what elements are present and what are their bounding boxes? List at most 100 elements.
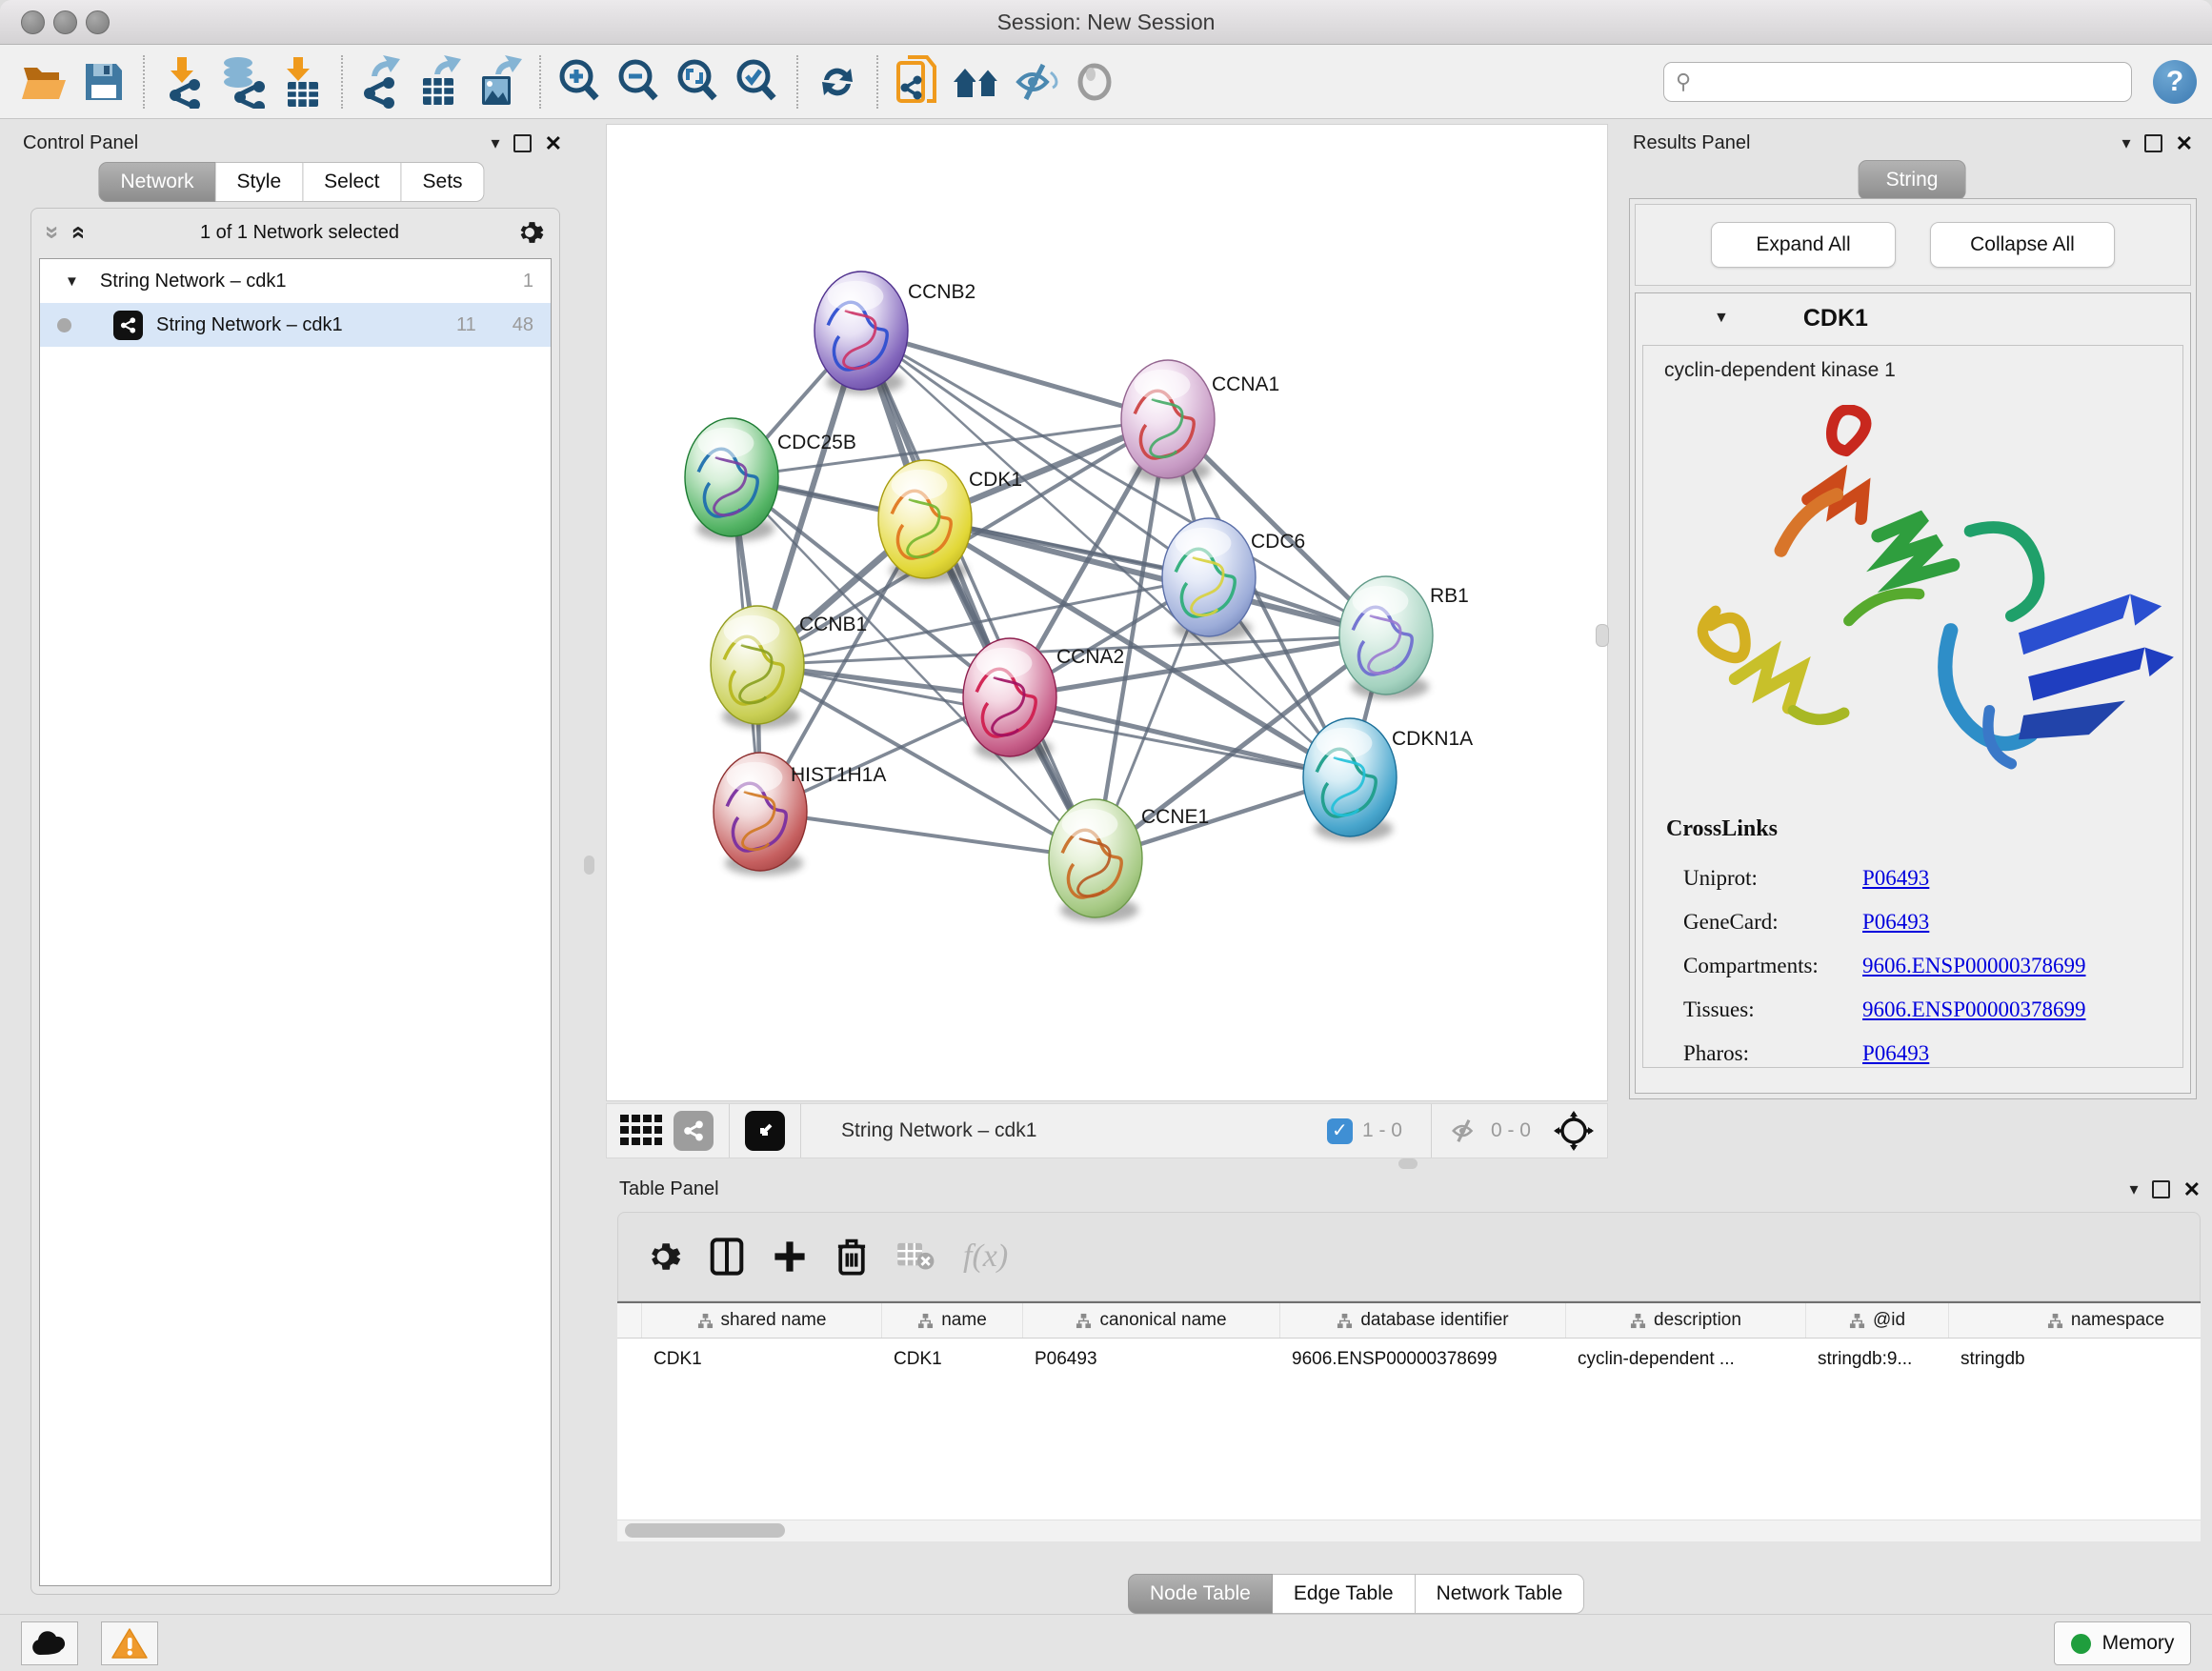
open-session-icon[interactable] [15,52,74,111]
network-collection-row[interactable]: ▼ String Network – cdk1 1 [40,259,551,303]
zoom-in-icon[interactable] [551,52,610,111]
collapse-all-button[interactable]: Collapse All [1930,222,2115,268]
panel-float-icon[interactable] [2152,1180,2170,1198]
new-network-from-selection-icon[interactable] [888,52,947,111]
add-column-icon[interactable] [773,1239,807,1274]
zoom-window-button[interactable] [86,10,110,34]
horizontal-splitter-handle[interactable] [1398,1158,1418,1169]
panel-menu-icon[interactable]: ▾ [2122,133,2131,153]
tab-node-table[interactable]: Node Table [1128,1574,1273,1614]
crosslink-link[interactable]: P06493 [1862,1041,1929,1066]
table-row[interactable]: CDK1CDK1P064939606.ENSP00000378699cyclin… [617,1339,2201,1380]
export-table-icon[interactable] [412,52,471,111]
panel-close-icon[interactable]: ✕ [2176,136,2193,151]
vertical-splitter-handle[interactable] [584,856,594,875]
gear-icon[interactable] [515,218,544,247]
collapse-all-icon[interactable]: » [44,226,63,239]
node-table[interactable]: shared namenamecanonical namedatabase id… [617,1301,2201,1541]
crosslink-label: GeneCard: [1683,910,1862,935]
panel-menu-icon[interactable]: ▾ [492,133,500,153]
hide-selection-icon[interactable] [1006,52,1065,111]
zoom-fit-icon[interactable] [669,52,728,111]
results-panel-header: Results Panel ▾ ✕ [1619,124,2204,162]
panel-close-icon[interactable]: ✕ [545,136,562,151]
birdseye-view-icon[interactable] [745,1111,785,1151]
canvas-splitter-handle[interactable] [1596,624,1609,647]
table-cell[interactable]: cyclin-dependent ... [1566,1349,1806,1370]
table-cell[interactable]: CDK1 [882,1349,1023,1370]
save-session-icon[interactable] [74,52,133,111]
export-image-icon[interactable] [471,52,530,111]
import-network-file-icon[interactable] [154,52,213,111]
minimize-window-button[interactable] [53,10,77,34]
search-input[interactable] [1699,70,2120,93]
network-node-cdk1 [878,460,972,578]
tab-style[interactable]: Style [215,162,303,202]
table-cell[interactable]: CDK1 [642,1349,882,1370]
close-window-button[interactable] [21,10,45,34]
import-table-icon[interactable] [272,52,332,111]
tab-select[interactable]: Select [303,162,401,202]
refresh-view-icon[interactable] [808,52,867,111]
tab-network-table[interactable]: Network Table [1416,1574,1585,1614]
panel-menu-icon[interactable]: ▾ [2130,1179,2139,1199]
panel-float-icon[interactable] [513,134,532,152]
collection-expand-icon[interactable]: ▼ [65,273,79,290]
column-header--id[interactable]: @id [1806,1303,1949,1338]
zoom-selected-icon[interactable] [728,52,787,111]
zoom-out-icon[interactable] [610,52,669,111]
column-header-canonical-name[interactable]: canonical name [1023,1303,1280,1338]
network-node-ccna2 [963,638,1056,756]
crosslink-label: Tissues: [1683,997,1862,1022]
selected-nodes-checkbox[interactable]: ✓ [1327,1118,1353,1144]
node-entry-header[interactable]: ▼ CDK1 [1636,293,2190,343]
expand-all-icon[interactable]: » [68,226,87,239]
table-cell[interactable]: 9606.ENSP00000378699 [1280,1349,1566,1370]
column-type-icon [917,1313,934,1329]
table-cell[interactable]: P06493 [1023,1349,1280,1370]
tab-edge-table[interactable]: Edge Table [1273,1574,1416,1614]
tab-network[interactable]: Network [98,162,215,202]
panel-close-icon[interactable]: ✕ [2183,1182,2201,1197]
crosslink-link[interactable]: 9606.ENSP00000378699 [1862,997,2086,1022]
column-header-shared-name[interactable]: shared name [642,1303,882,1338]
current-network-indicator [57,318,71,332]
hidden-count: 0 - 0 [1491,1119,1531,1142]
column-header-description[interactable]: description [1566,1303,1806,1338]
network-view-canvas[interactable]: CCNB2CCNA1CDC25BCDK1CDC6RB1CCNB1CCNA2CDK… [606,124,1608,1101]
table-settings-gear-icon[interactable] [645,1238,681,1275]
scrollbar-thumb[interactable] [625,1523,785,1538]
crosslink-link[interactable]: P06493 [1862,910,1929,935]
grid-mode-icon[interactable] [620,1115,662,1147]
crosslink-link[interactable]: P06493 [1862,866,1929,891]
network-edge [1010,697,1350,777]
column-header-name[interactable]: name [882,1303,1023,1338]
network-mode-icon[interactable] [674,1111,714,1151]
help-button[interactable]: ? [2153,60,2197,104]
expand-all-button[interactable]: Expand All [1711,222,1896,268]
cloud-status-button[interactable] [21,1621,78,1665]
export-network-icon[interactable] [352,52,412,111]
delete-column-icon[interactable] [835,1238,868,1276]
network-graph[interactable]: CCNB2CCNA1CDC25BCDK1CDC6RB1CCNB1CCNA2CDK… [607,125,1607,1100]
show-all-icon[interactable] [1065,52,1124,111]
search-icon: ⚲ [1676,70,1691,94]
fit-selected-icon[interactable] [1554,1111,1594,1151]
first-neighbors-icon[interactable] [947,52,1006,111]
table-horizontal-scrollbar[interactable] [617,1520,2201,1541]
column-header-namespace[interactable]: namespace [1949,1303,2201,1338]
warnings-button[interactable] [101,1621,158,1665]
network-row[interactable]: String Network – cdk1 11 48 [40,303,551,347]
memory-button[interactable]: Memory [2054,1621,2191,1665]
column-header-database-identifier[interactable]: database identifier [1280,1303,1566,1338]
table-cell[interactable]: stringdb [1949,1349,2201,1370]
entry-collapse-icon[interactable]: ▼ [1714,310,1729,327]
crosslink-link[interactable]: 9606.ENSP00000378699 [1862,954,2086,978]
network-selection-status: 1 of 1 Network selected [84,222,515,244]
table-cell[interactable]: stringdb:9... [1806,1349,1949,1370]
tab-string[interactable]: String [1859,160,1966,200]
tab-sets[interactable]: Sets [402,162,485,202]
show-column-icon[interactable] [710,1238,744,1276]
panel-float-icon[interactable] [2144,134,2162,152]
import-network-database-icon[interactable] [213,52,272,111]
